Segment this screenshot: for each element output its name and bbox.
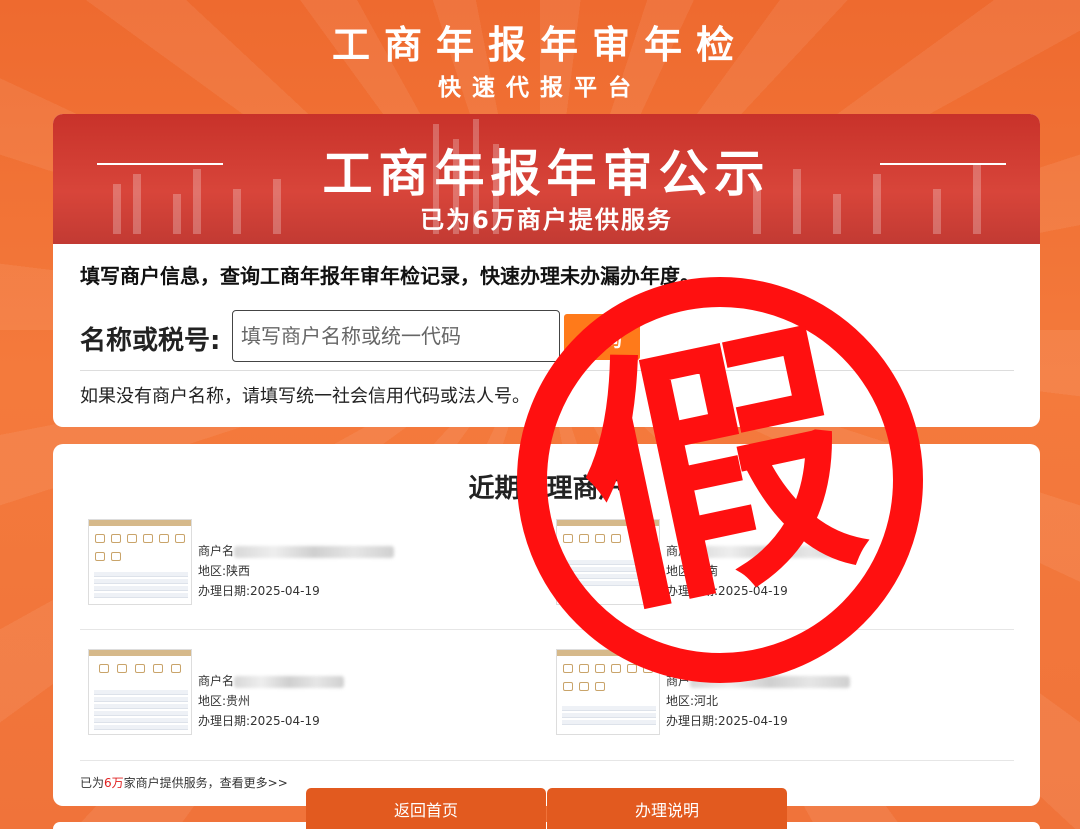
divider [80,629,1014,630]
merchant-thumbnail [88,649,192,735]
merchant-date: 办理日期:2025-04-19 [198,714,320,728]
divider [80,370,1014,371]
merchant-name: 商户 [666,671,851,691]
page-title: 工商年报年审年检 [331,23,748,67]
query-hint: 如果没有商户名称，请填写统一社会信用代码或法人号。 [80,386,530,407]
recent-title: 近期办理商户 [468,474,625,504]
query-intro: 填写商户信息，查询工商年报年审年检记录，快速办理未办漏办年度。 [80,264,700,288]
merchant-region: 地区:湖南 [666,564,719,578]
served-summary[interactable]: 已为6万家商户提供服务，查看更多>> [80,774,288,791]
merchant-item[interactable]: 商户 地区:河北 办理日期:2025-04-19 [556,649,976,749]
search-button[interactable]: 查询 [564,314,640,360]
merchant-item[interactable]: 商户名 地区:贵州 办理日期:2025-04-19 [88,649,508,749]
merchant-thumbnail [88,519,192,605]
guide-button[interactable]: 办理说明 [547,788,787,829]
blurred-name [234,675,345,688]
merchant-thumbnail [556,519,660,605]
view-more-link[interactable]: 家商户提供服务，查看更多>> [124,776,288,790]
merchant-date: 办理日期:2025-04-19 [666,714,788,728]
merchant-name: 商户名 [198,671,345,691]
banner-subtitle: 已为6万商户提供服务 [420,206,673,234]
merchant-name: 商户 [666,541,851,561]
search-input[interactable] [232,310,560,362]
banner: 工商年报年审公示 已为6万商户提供服务 [53,114,1040,244]
served-count: 6万 [104,776,124,790]
home-button[interactable]: 返回首页 [306,788,546,829]
merchant-date: 办理日期:2025-04-19 [666,584,788,598]
divider [80,760,1014,761]
merchant-region: 地区:河北 [666,694,719,708]
merchant-thumbnail [556,649,660,735]
merchant-date: 办理日期:2025-04-19 [198,584,320,598]
merchant-region: 地区:陕西 [198,564,251,578]
merchant-item[interactable]: 商户 地区:湖南 办理日期:2025-04-19 [556,519,976,619]
query-card: 工商年报年审公示 已为6万商户提供服务 填写商户信息，查询工商年报年审年检记录，… [53,114,1040,427]
search-label: 名称或税号: [80,326,221,356]
blurred-name [690,675,851,688]
merchant-name: 商户名 [198,541,395,561]
blurred-name [690,545,851,558]
page-subtitle: 快速代报平台 [438,75,642,101]
banner-title: 工商年报年审公示 [322,145,771,203]
recent-merchants-card: 近期办理商户 商户名 地区:陕西 办理日期:2025-04-19 商户 地区:湖… [53,444,1040,806]
merchant-region: 地区:贵州 [198,694,251,708]
blurred-name [234,545,395,558]
merchant-item[interactable]: 商户名 地区:陕西 办理日期:2025-04-19 [88,519,508,619]
